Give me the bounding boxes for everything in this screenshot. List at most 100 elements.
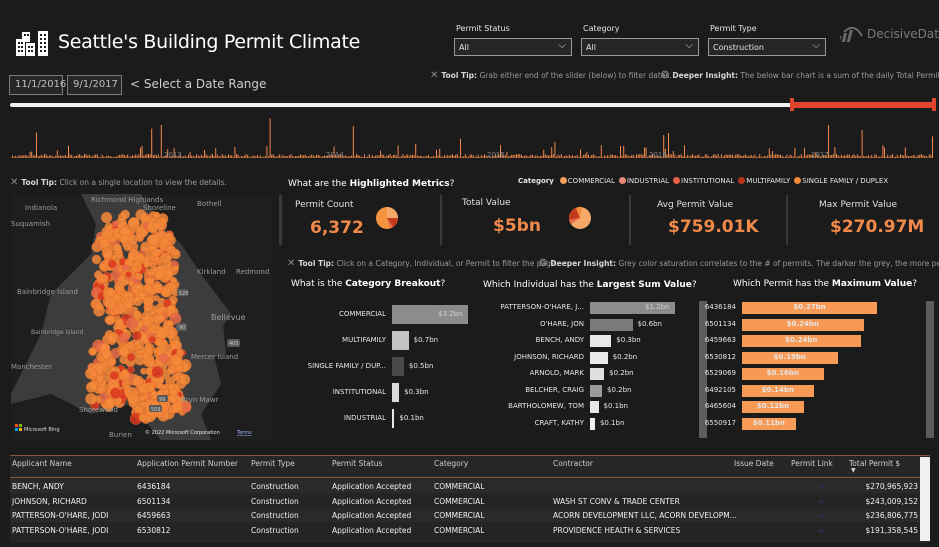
panel-scrollbar[interactable] <box>279 195 282 245</box>
timeline-bar[interactable] <box>285 156 287 158</box>
timeline-bar[interactable] <box>124 155 125 158</box>
permit-location-dot[interactable] <box>104 222 114 231</box>
end-date-input[interactable]: 9/1/2017 <box>67 75 122 95</box>
timeline-bar[interactable] <box>460 138 461 158</box>
timeline-bar[interactable] <box>730 154 732 158</box>
permit-location-dot[interactable] <box>151 366 164 379</box>
timeline-bar[interactable] <box>402 154 404 158</box>
timeline-bar[interactable] <box>136 155 138 158</box>
timeline-bar[interactable] <box>250 156 252 159</box>
sort-desc-icon[interactable]: ▼ <box>851 467 856 474</box>
timeline-bar[interactable] <box>880 156 882 158</box>
timeline-bar[interactable] <box>584 154 586 158</box>
timeline-bar[interactable] <box>840 154 842 158</box>
timeline-bar[interactable] <box>799 156 801 158</box>
timeline-bar[interactable] <box>725 154 727 158</box>
timeline-bar[interactable] <box>916 156 917 158</box>
timeline-bar[interactable] <box>122 154 124 158</box>
timeline-bar[interactable] <box>674 154 676 158</box>
timeline-bar[interactable] <box>216 154 218 158</box>
timeline-bar[interactable] <box>508 156 509 158</box>
timeline-bar[interactable] <box>784 156 786 159</box>
timeline-bar[interactable] <box>90 156 92 158</box>
bar[interactable] <box>590 335 612 347</box>
timeline-bar[interactable] <box>74 155 76 158</box>
timeline-bar[interactable] <box>261 157 263 158</box>
timeline-bar[interactable] <box>772 151 773 158</box>
timeline-bar[interactable] <box>682 156 684 158</box>
timeline-bar[interactable] <box>612 155 613 158</box>
timeline-bar[interactable] <box>210 154 212 158</box>
timeline-bar[interactable] <box>132 155 133 158</box>
timeline-bar[interactable] <box>557 154 559 158</box>
timeline-bar[interactable] <box>141 145 143 158</box>
timeline-bar[interactable] <box>434 156 436 158</box>
timeline-bar[interactable] <box>130 156 132 158</box>
timeline-bar[interactable] <box>64 154 66 158</box>
permit-location-map[interactable]: Indianola Richmond Highlands Shoreline B… <box>11 194 273 440</box>
timeline-bar[interactable] <box>36 132 37 158</box>
timeline-bar[interactable] <box>135 154 137 158</box>
permit-location-dot[interactable] <box>176 348 185 357</box>
timeline-bar[interactable] <box>805 155 807 158</box>
permit-location-dot[interactable] <box>109 387 122 399</box>
timeline-bar[interactable] <box>79 154 81 158</box>
permit-count-pie[interactable] <box>375 206 399 230</box>
bar-label[interactable]: 6501134 <box>700 320 736 328</box>
timeline-bar[interactable] <box>223 156 225 158</box>
permit-location-dot[interactable] <box>125 271 132 278</box>
timeline-bar[interactable] <box>919 155 921 158</box>
timeline-bar[interactable] <box>736 154 738 158</box>
timeline-bar[interactable] <box>42 155 44 158</box>
timeline-bar[interactable] <box>380 150 381 158</box>
timeline-bar[interactable] <box>117 155 119 158</box>
timeline-bar[interactable] <box>348 156 349 158</box>
timeline-bar[interactable] <box>623 146 625 158</box>
permit-location-dot[interactable] <box>133 225 142 234</box>
timeline-bar[interactable] <box>887 154 889 158</box>
daily-value-timeline[interactable] <box>10 112 935 162</box>
timeline-bar[interactable] <box>524 156 525 158</box>
timeline-bar[interactable] <box>727 155 729 158</box>
permit-location-dot[interactable] <box>100 211 113 224</box>
timeline-bar[interactable] <box>552 154 554 158</box>
timeline-bar[interactable] <box>624 154 626 159</box>
timeline-bar[interactable] <box>400 156 402 158</box>
permit-location-dot[interactable] <box>166 304 177 315</box>
timeline-bar[interactable] <box>184 155 186 159</box>
bar-label[interactable]: PATTERSON-O'HARE, J... <box>488 303 584 311</box>
timeline-bar[interactable] <box>12 155 13 159</box>
timeline-bar[interactable] <box>512 154 514 158</box>
timeline-bar[interactable] <box>837 155 839 158</box>
timeline-bar[interactable] <box>152 155 154 158</box>
permit-location-dot[interactable] <box>158 353 169 364</box>
timeline-bar[interactable] <box>384 156 386 158</box>
timeline-bar[interactable] <box>269 118 271 158</box>
timeline-bar[interactable] <box>114 156 116 158</box>
timeline-bar[interactable] <box>642 154 644 158</box>
timeline-bar[interactable] <box>364 154 365 158</box>
timeline-bar[interactable] <box>788 156 789 158</box>
permit-location-dot[interactable] <box>104 297 117 310</box>
timeline-bar[interactable] <box>404 156 405 158</box>
timeline-bar[interactable] <box>264 156 266 158</box>
timeline-bar[interactable] <box>543 149 545 158</box>
bar-label[interactable]: CRAFT, KATHY <box>488 419 584 427</box>
timeline-bar[interactable] <box>693 155 695 158</box>
permit-location-dot[interactable] <box>134 252 145 264</box>
table-scrollbar[interactable] <box>920 457 930 541</box>
timeline-bar[interactable] <box>197 155 199 158</box>
timeline-bar[interactable] <box>378 155 380 158</box>
timeline-bar[interactable] <box>194 156 196 158</box>
timeline-bar[interactable] <box>445 156 447 158</box>
timeline-bar[interactable] <box>76 155 77 158</box>
permit-location-dot[interactable] <box>169 388 178 397</box>
permit-location-dot[interactable] <box>142 352 150 361</box>
timeline-bar[interactable] <box>456 154 458 158</box>
timeline-bar[interactable] <box>770 154 772 158</box>
column-header[interactable]: Application Permit Number <box>137 459 238 468</box>
timeline-bar[interactable] <box>394 154 396 158</box>
permit-location-dot[interactable] <box>123 299 134 310</box>
timeline-bar[interactable] <box>314 156 316 158</box>
timeline-bar[interactable] <box>912 155 914 158</box>
